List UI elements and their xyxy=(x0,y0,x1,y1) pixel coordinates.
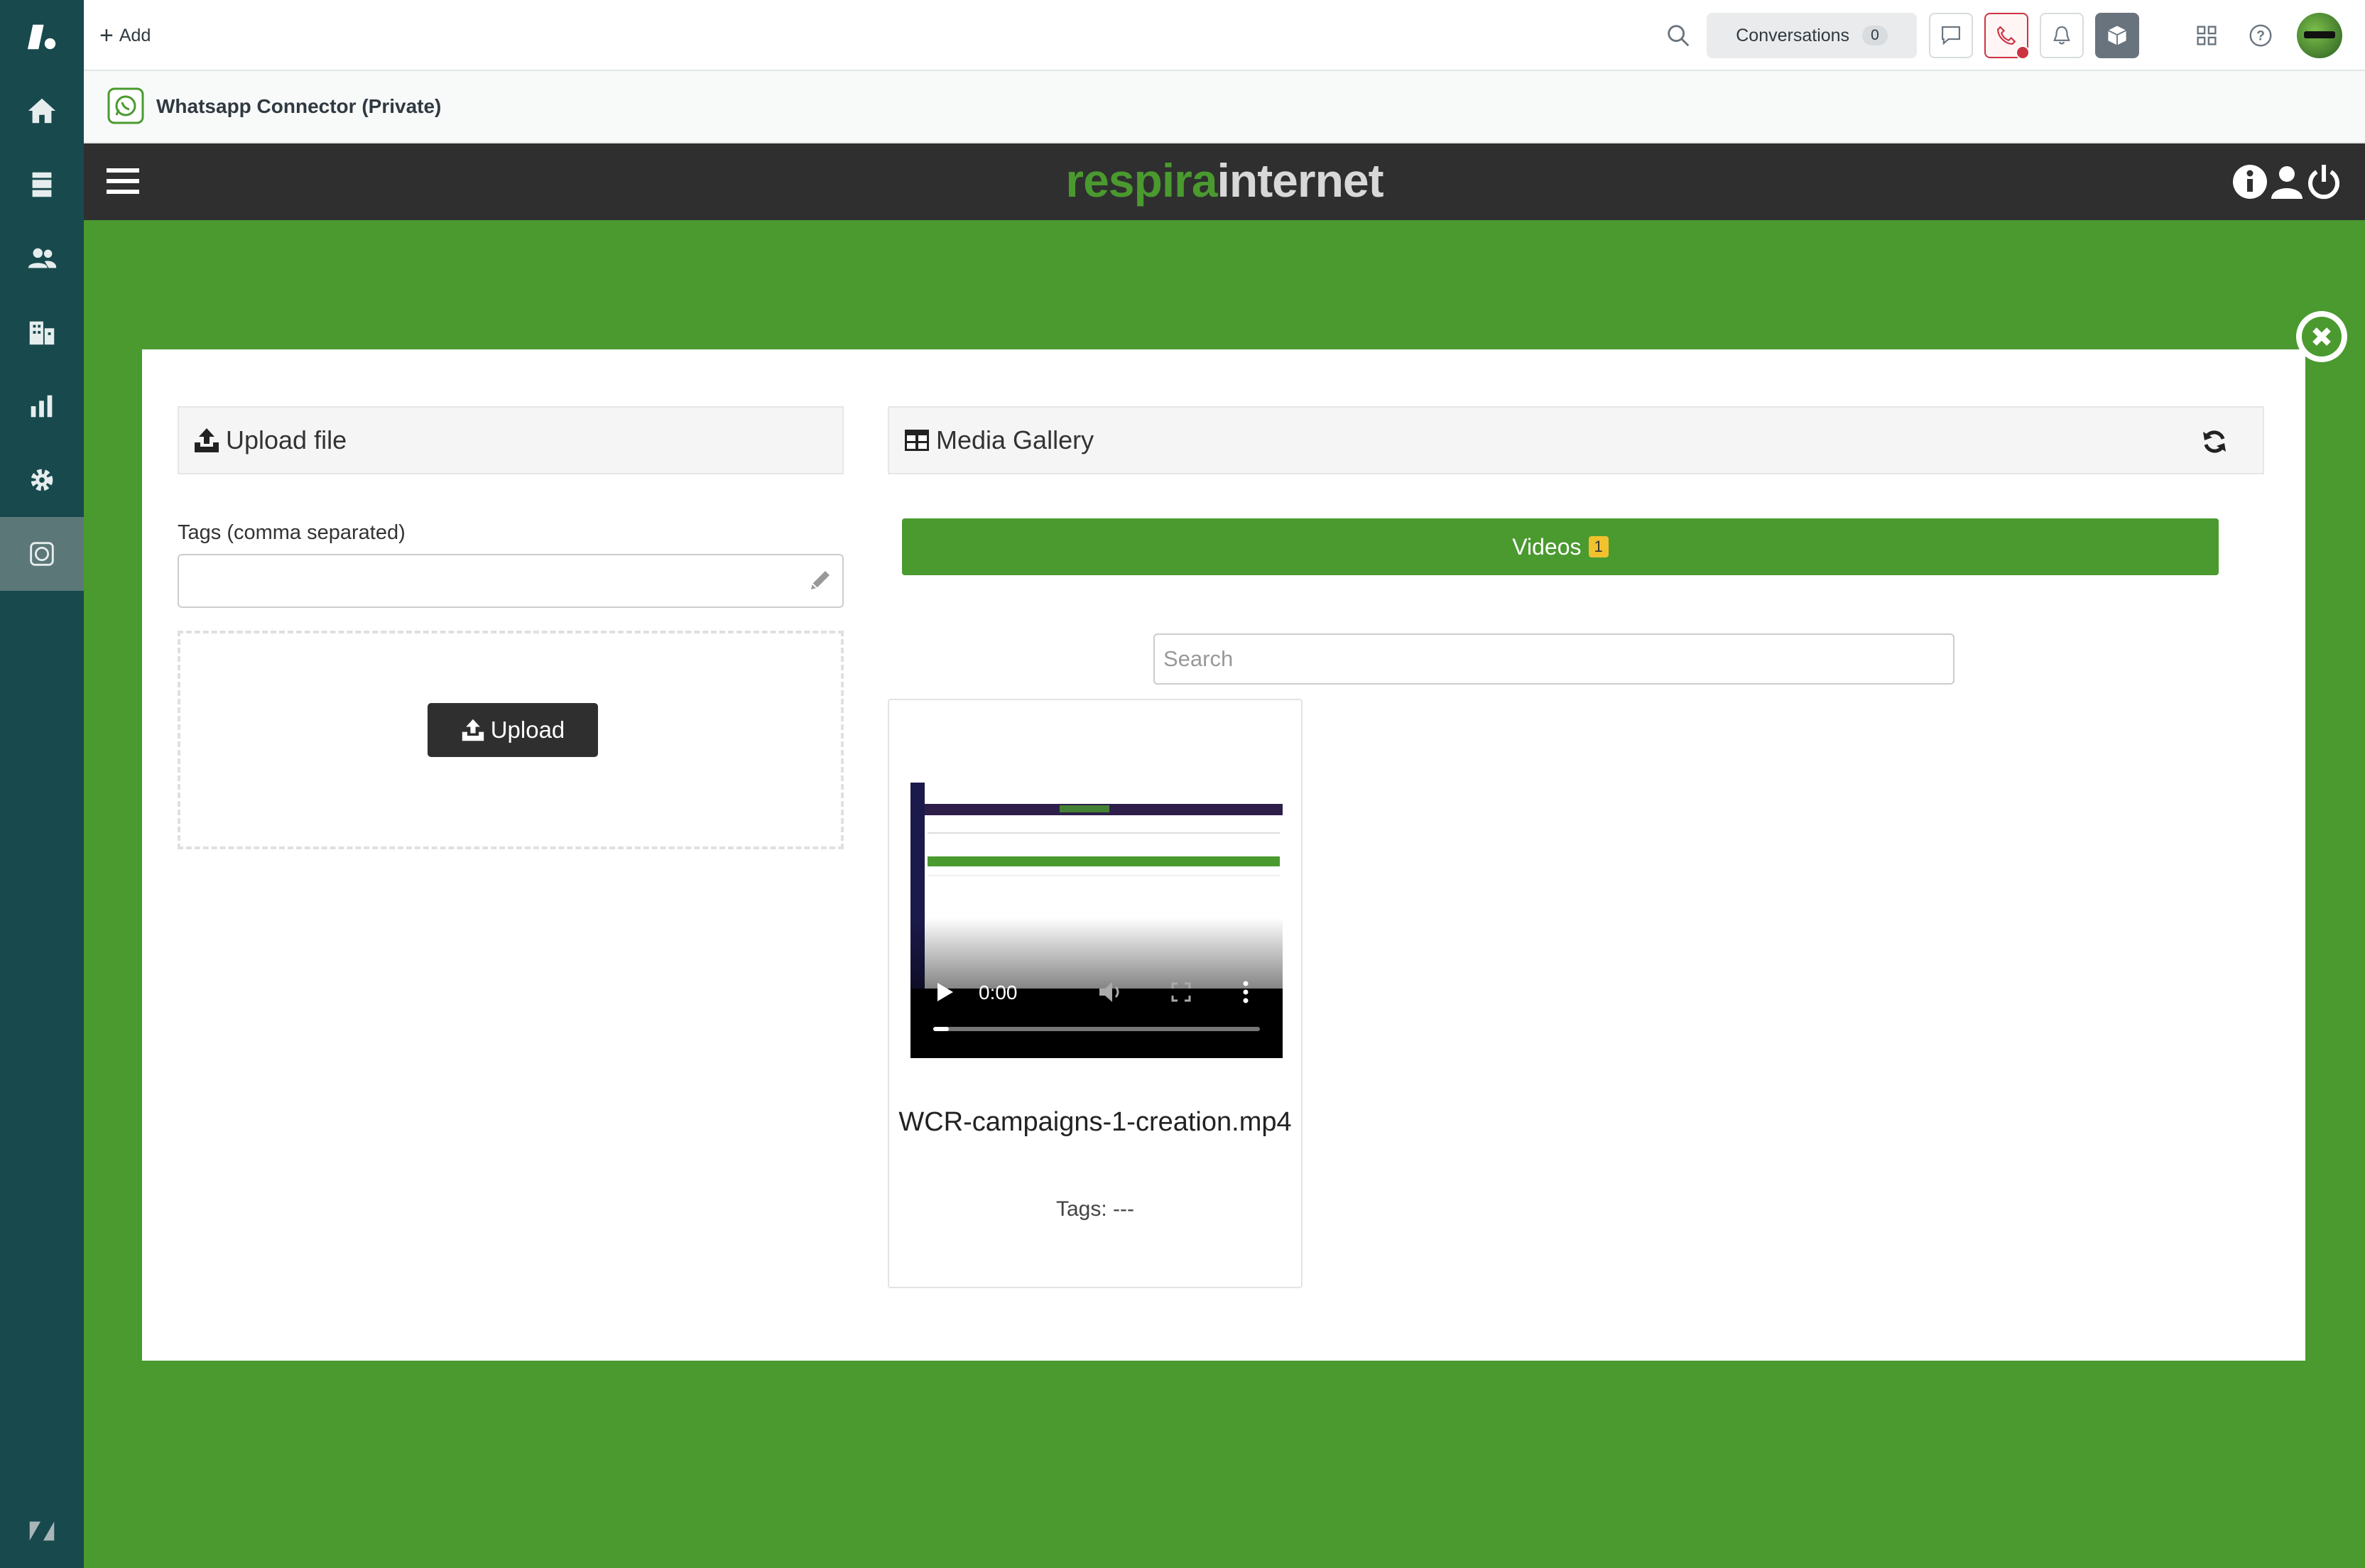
cube-icon xyxy=(2107,26,2127,45)
volume-icon[interactable] xyxy=(1098,980,1124,1004)
pencil-icon xyxy=(811,571,830,589)
chat-bubble-icon xyxy=(1942,26,1960,45)
phone-button[interactable] xyxy=(1984,13,2030,60)
logo-part-internet: internet xyxy=(1217,154,1384,207)
phone-alert-dot xyxy=(2016,45,2030,60)
videos-tab-label: Videos xyxy=(1512,533,1582,560)
video-time: 0:00 xyxy=(979,981,1018,1003)
upload-file-title: Upload file xyxy=(226,425,347,454)
plus-icon: + xyxy=(99,22,114,49)
tags-label: Tags (comma separated) xyxy=(178,521,406,544)
play-icon[interactable] xyxy=(935,981,955,1003)
search-icon[interactable] xyxy=(1660,13,1696,58)
app-header: Whatsapp Connector (Private) xyxy=(84,71,2365,143)
more-options-icon[interactable] xyxy=(1241,980,1250,1004)
respira-internet-logo: respirainternet xyxy=(84,153,2365,207)
phone-icon xyxy=(1997,26,2016,45)
home-icon[interactable] xyxy=(0,74,84,148)
upload-icon xyxy=(462,719,484,741)
refresh-icon[interactable] xyxy=(2200,428,2229,456)
conversations-count-badge: 0 xyxy=(1862,26,1888,45)
power-logout-icon[interactable] xyxy=(2305,163,2342,200)
customers-icon[interactable] xyxy=(0,222,84,295)
videos-tab[interactable]: Videos 1 xyxy=(902,518,2219,575)
videos-count-badge: 1 xyxy=(1588,536,1609,557)
settings-gear-icon[interactable] xyxy=(0,443,84,517)
user-profile-icon[interactable] xyxy=(2268,163,2305,200)
svg-text:?: ? xyxy=(2256,29,2265,44)
table-grid-icon xyxy=(905,430,929,451)
left-navigation-rail xyxy=(0,0,84,1568)
media-gallery-header: Media Gallery xyxy=(888,406,2264,474)
apps-cube-button[interactable] xyxy=(2095,13,2139,58)
video-card: 0:00 WCR-campaigns-1-creation.mp4 Tags: … xyxy=(888,699,1303,1288)
upload-dropzone[interactable]: Upload xyxy=(178,631,844,849)
info-icon[interactable] xyxy=(2231,163,2268,200)
fullscreen-icon[interactable] xyxy=(1170,981,1192,1003)
chat-bubble-button[interactable] xyxy=(1929,13,1973,58)
whatsapp-app-icon[interactable] xyxy=(0,517,84,591)
gallery-search-input[interactable] xyxy=(1153,633,1954,685)
zendesk-logo-icon[interactable] xyxy=(0,0,84,74)
video-player[interactable]: 0:00 xyxy=(910,783,1283,1058)
video-filename: WCR-campaigns-1-creation.mp4 xyxy=(898,1107,1292,1137)
close-icon xyxy=(2302,317,2342,356)
upload-button-label: Upload xyxy=(490,717,565,743)
add-button[interactable]: + Add xyxy=(99,21,151,50)
media-gallery-title: Media Gallery xyxy=(936,425,1094,454)
reporting-icon[interactable] xyxy=(0,369,84,443)
avatar[interactable] xyxy=(2297,13,2342,58)
respira-navbar: respirainternet xyxy=(84,143,2365,220)
views-icon[interactable] xyxy=(0,148,84,222)
notifications-button[interactable] xyxy=(2040,13,2084,58)
upload-file-header: Upload file xyxy=(178,406,844,474)
tags-input[interactable] xyxy=(178,554,844,608)
video-progress-track[interactable] xyxy=(933,1027,1260,1031)
zendesk-z-icon[interactable] xyxy=(0,1494,84,1568)
bell-icon xyxy=(2053,26,2070,45)
whatsapp-connector-icon xyxy=(107,87,145,125)
product-tray-icon[interactable] xyxy=(2189,13,2224,58)
top-bar: + Add Conversations 0 ? xyxy=(84,0,2365,71)
add-button-label: Add xyxy=(119,25,151,45)
media-modal-panel: Upload file Tags (comma separated) Uploa… xyxy=(142,349,2305,1361)
conversations-label: Conversations xyxy=(1736,25,1850,45)
help-icon[interactable]: ? xyxy=(2243,13,2278,58)
video-progress-fill xyxy=(933,1027,949,1031)
upload-button[interactable]: Upload xyxy=(428,703,598,757)
logo-part-respira: respira xyxy=(1065,154,1217,207)
organizations-icon[interactable] xyxy=(0,295,84,369)
upload-icon xyxy=(195,428,219,452)
conversations-button[interactable]: Conversations 0 xyxy=(1707,13,1917,58)
app-title: Whatsapp Connector (Private) xyxy=(156,95,442,117)
video-tags: Tags: --- xyxy=(1055,1197,1134,1221)
